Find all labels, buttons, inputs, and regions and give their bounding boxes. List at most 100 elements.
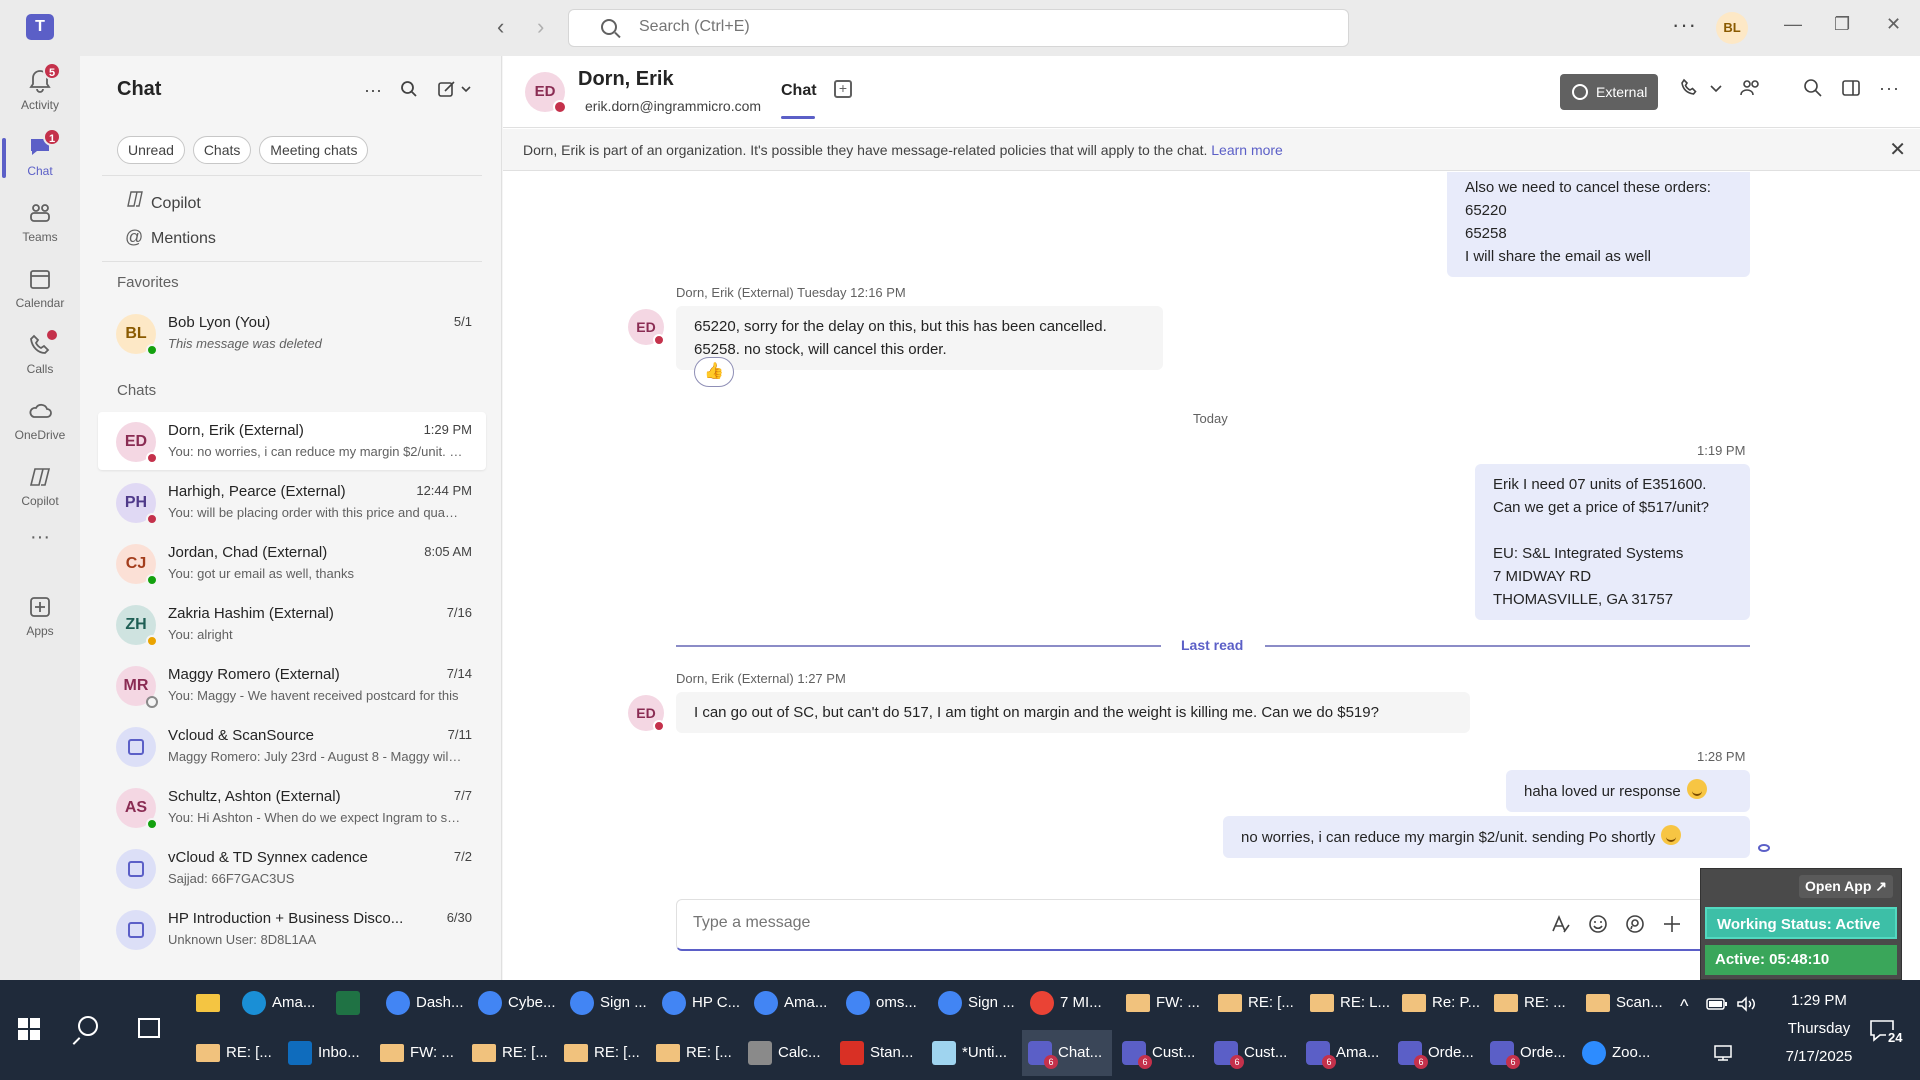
rail-onedrive[interactable]: OneDrive bbox=[0, 390, 80, 454]
message-outgoing[interactable]: Also we need to cancel these orders: 652… bbox=[1447, 172, 1750, 277]
forward-arrow-icon[interactable]: › bbox=[537, 14, 544, 40]
chat-row-ashton-schultz[interactable]: AS Schultz, Ashton (External) You: Hi As… bbox=[98, 778, 486, 836]
format-icon[interactable] bbox=[1549, 913, 1571, 941]
clock-day[interactable]: Thursday bbox=[1778, 1020, 1860, 1037]
taskbar-item-teams-chat[interactable]: 6 Chat... bbox=[1022, 1030, 1112, 1076]
message-outgoing[interactable]: Erik I need 07 units of E351600. Can we … bbox=[1475, 464, 1750, 620]
clock-date[interactable]: 7/17/2025 bbox=[1770, 1048, 1868, 1065]
taskbar-item[interactable]: *Unti... bbox=[926, 1030, 1018, 1076]
taskbar-item[interactable]: 6 Cust... bbox=[1116, 1030, 1206, 1076]
taskbar-item[interactable]: Scan... bbox=[1580, 980, 1668, 1026]
excel-button[interactable] bbox=[330, 980, 376, 1026]
call-icon[interactable] bbox=[1679, 78, 1699, 103]
chevron-down-icon[interactable] bbox=[1709, 78, 1723, 103]
task-view-icon[interactable] bbox=[138, 1018, 160, 1038]
rail-calls[interactable]: Calls bbox=[0, 324, 80, 388]
search-input[interactable] bbox=[639, 18, 1139, 36]
attach-plus-icon[interactable] bbox=[1661, 913, 1683, 941]
taskbar-item[interactable]: Cybe... bbox=[472, 980, 560, 1026]
sender-avatar[interactable]: ED bbox=[628, 309, 665, 346]
taskbar-item[interactable]: oms... bbox=[840, 980, 928, 1026]
taskbar-item[interactable]: RE: ... bbox=[1488, 980, 1576, 1026]
taskbar-item[interactable]: Re: P... bbox=[1396, 980, 1484, 1026]
taskbar-item[interactable]: 6 Ama... bbox=[1300, 1030, 1390, 1076]
rail-activity[interactable]: 5 Activity bbox=[0, 60, 80, 124]
add-tab-icon[interactable]: + bbox=[834, 80, 852, 98]
taskbar-item[interactable]: RE: [... bbox=[466, 1030, 554, 1076]
taskbar-item[interactable]: RE: [... bbox=[558, 1030, 646, 1076]
taskbar-item[interactable]: Zoo... bbox=[1576, 1030, 1666, 1076]
rail-chat[interactable]: 1 Chat bbox=[0, 126, 80, 190]
sender-avatar[interactable]: ED bbox=[628, 695, 665, 732]
taskbar-item[interactable]: Stan... bbox=[834, 1030, 922, 1076]
search-bar[interactable] bbox=[568, 9, 1349, 47]
taskbar-item[interactable]: Ama... bbox=[236, 980, 324, 1026]
close-banner-icon[interactable]: ✕ bbox=[1889, 129, 1906, 171]
close-window-button[interactable]: ✕ bbox=[1886, 14, 1901, 35]
chatlist-more-icon[interactable]: ··· bbox=[364, 80, 382, 101]
header-avatar[interactable]: ED bbox=[525, 72, 567, 114]
back-arrow-icon[interactable]: ‹ bbox=[497, 14, 504, 40]
copilot-row[interactable]: Copilot bbox=[125, 190, 201, 213]
message-incoming[interactable]: 65220, sorry for the delay on this, but … bbox=[676, 306, 1163, 370]
taskbar-item[interactable]: Sign ... bbox=[932, 980, 1020, 1026]
filter-unread[interactable]: Unread bbox=[117, 136, 185, 164]
taskbar-item[interactable]: Sign ... bbox=[564, 980, 652, 1026]
mentions-row[interactable]: @ Mentions bbox=[125, 227, 216, 248]
chat-row-zakria-hashim[interactable]: ZH Zakria Hashim (External) You: alright… bbox=[98, 595, 486, 653]
taskbar-item[interactable]: Inbo... bbox=[282, 1030, 370, 1076]
battery-icon[interactable] bbox=[1706, 996, 1728, 1015]
chat-row-erik-dorn[interactable]: ED Dorn, Erik (External) You: no worries… bbox=[98, 412, 486, 470]
rail-apps[interactable]: Apps bbox=[0, 586, 80, 650]
taskbar-item[interactable]: RE: [... bbox=[650, 1030, 738, 1076]
new-chat-icon[interactable] bbox=[438, 80, 474, 103]
filter-chats[interactable]: Chats bbox=[192, 136, 252, 164]
taskbar-item[interactable]: RE: [... bbox=[190, 1030, 278, 1076]
open-app-button[interactable]: Open App ↗ bbox=[1799, 875, 1893, 898]
taskbar-item[interactable]: 6 Orde... bbox=[1392, 1030, 1482, 1076]
windows-start-icon[interactable] bbox=[18, 1018, 40, 1040]
external-button[interactable]: External bbox=[1560, 74, 1658, 110]
message-outgoing[interactable]: no worries, i can reduce my margin $2/un… bbox=[1223, 816, 1750, 858]
settings-more-icon[interactable]: ··· bbox=[1672, 12, 1697, 38]
profile-avatar[interactable]: BL bbox=[1716, 12, 1748, 44]
message-outgoing[interactable]: haha loved ur response bbox=[1506, 770, 1750, 812]
filter-meeting-chats[interactable]: Meeting chats bbox=[259, 136, 369, 164]
taskbar-item[interactable]: Dash... bbox=[380, 980, 468, 1026]
learn-more-link[interactable]: Learn more bbox=[1211, 142, 1283, 158]
taskbar-item[interactable]: RE: L... bbox=[1304, 980, 1392, 1026]
clock-time[interactable]: 1:29 PM bbox=[1778, 992, 1860, 1009]
rail-calendar[interactable]: Calendar bbox=[0, 258, 80, 322]
filter-search-icon[interactable] bbox=[400, 80, 418, 103]
compose-box[interactable] bbox=[676, 899, 1750, 951]
chat-row-chad-jordan[interactable]: CJ Jordan, Chad (External) You: got ur e… bbox=[98, 534, 486, 592]
taskbar-search-icon[interactable] bbox=[78, 1016, 98, 1036]
taskbar-item[interactable]: RE: [... bbox=[1212, 980, 1300, 1026]
rail-copilot[interactable]: Copilot bbox=[0, 456, 80, 520]
show-hidden-icons-chevron-icon[interactable]: ^ bbox=[1680, 996, 1688, 1017]
message-incoming[interactable]: I can go out of SC, but can't do 517, I … bbox=[676, 692, 1470, 733]
rail-teams[interactable]: Teams bbox=[0, 192, 80, 256]
taskbar-item[interactable]: 7 MI... bbox=[1024, 980, 1112, 1026]
rail-more[interactable]: ··· bbox=[0, 526, 80, 590]
loop-icon[interactable] bbox=[1624, 913, 1646, 941]
volume-icon[interactable] bbox=[1736, 996, 1758, 1015]
file-explorer-button[interactable] bbox=[190, 980, 236, 1026]
taskbar-item[interactable]: 6 Orde... bbox=[1484, 1030, 1574, 1076]
network-icon[interactable] bbox=[1712, 1044, 1734, 1065]
chat-row-bob-lyon[interactable]: BL Bob Lyon (You) This message was delet… bbox=[98, 304, 486, 362]
taskbar-item[interactable]: Calc... bbox=[742, 1030, 830, 1076]
search-in-chat-icon[interactable] bbox=[1803, 78, 1823, 103]
emoji-icon[interactable] bbox=[1587, 913, 1609, 941]
chat-row-vcloud-scansource[interactable]: Vcloud & ScanSource Maggy Romero: July 2… bbox=[98, 717, 486, 775]
message-input[interactable] bbox=[693, 914, 1393, 932]
add-people-icon[interactable] bbox=[1739, 78, 1763, 103]
open-side-panel-icon[interactable] bbox=[1841, 78, 1861, 103]
taskbar-item[interactable]: HP C... bbox=[656, 980, 744, 1026]
taskbar-item[interactable]: Ama... bbox=[748, 980, 836, 1026]
taskbar-item[interactable]: FW: ... bbox=[1120, 980, 1208, 1026]
chat-row-hp-introduction[interactable]: HP Introduction + Business Disco... Unkn… bbox=[98, 900, 486, 958]
maximize-button[interactable]: ❐ bbox=[1834, 14, 1850, 35]
tab-chat[interactable]: Chat bbox=[781, 82, 817, 119]
chat-more-options-icon[interactable]: ··· bbox=[1879, 78, 1900, 99]
